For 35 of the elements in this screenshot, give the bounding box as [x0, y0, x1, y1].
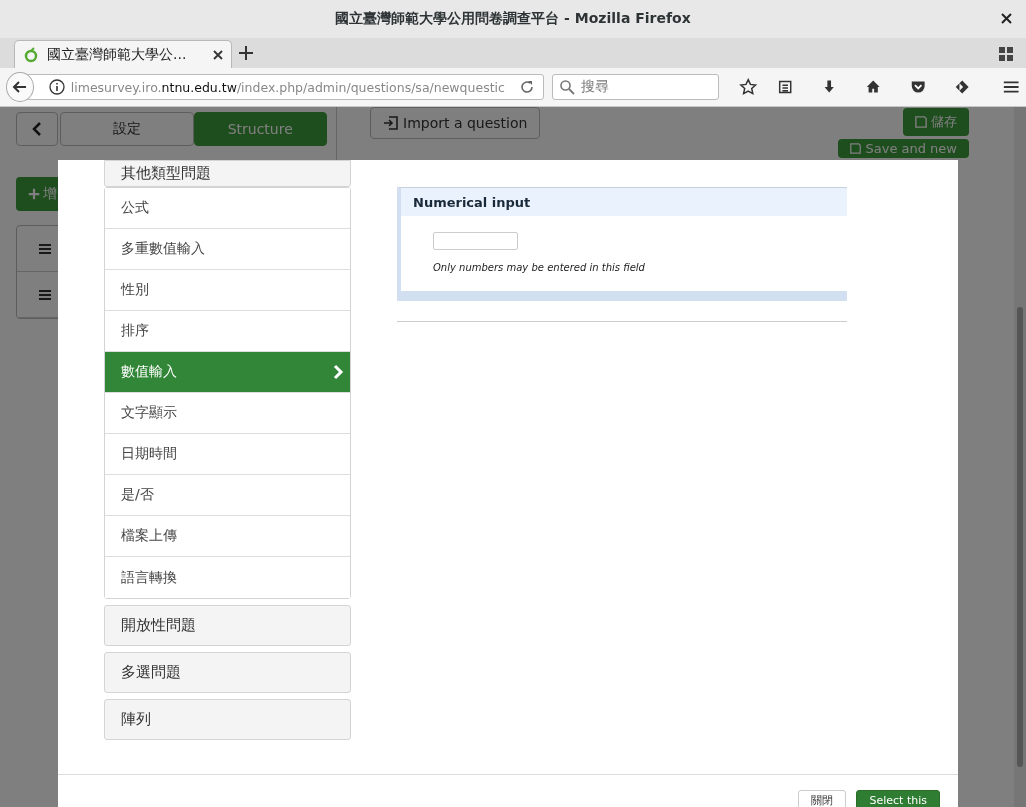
- reload-icon: [518, 79, 535, 95]
- floppy-icon: [915, 116, 927, 128]
- grid-icon: [998, 46, 1014, 62]
- question-type-item[interactable]: 數值輸入: [105, 352, 350, 393]
- floppy-icon: [850, 143, 862, 154]
- search-icon: [558, 79, 575, 95]
- import-icon: [383, 115, 399, 131]
- group-header[interactable]: 其他類型問題: [104, 160, 351, 187]
- back-icon: [11, 79, 28, 95]
- select-button[interactable]: Select this: [856, 790, 940, 807]
- star-icon: [739, 77, 758, 97]
- search-field[interactable]: 搜尋: [551, 74, 720, 100]
- tab[interactable]: 設定: [60, 112, 194, 146]
- input-hint: Only numbers may be entered in this field: [433, 262, 646, 273]
- close-button[interactable]: 關閉: [798, 790, 847, 807]
- plus-icon: [28, 188, 40, 200]
- search-placeholder: 搜尋: [580, 78, 609, 96]
- lime-icon: [23, 46, 39, 63]
- plus-icon: [238, 45, 254, 61]
- window-title: 國立臺灣師範大學公用問卷調查平台 - Mozilla Firefox: [335, 10, 691, 28]
- close-icon: [213, 49, 223, 60]
- info-icon: [48, 79, 65, 95]
- url-text: limesurvey.iro.ntnu.edu.tw/index.php/admin/questions/sa/newquestic: [70, 79, 505, 95]
- group-header[interactable]: 陣列: [104, 699, 351, 740]
- import-button[interactable]: Import a question: [370, 107, 541, 139]
- question-title: Numerical input: [401, 188, 847, 216]
- number-input[interactable]: [433, 232, 518, 250]
- group-header[interactable]: 開放性問題: [104, 605, 351, 646]
- back-button[interactable]: [6, 72, 34, 102]
- close-icon[interactable]: [1001, 13, 1012, 24]
- scrollbar-thumb[interactable]: [1017, 307, 1023, 767]
- question-type-item[interactable]: 公式: [105, 188, 350, 229]
- group-header[interactable]: 多選問題: [104, 652, 351, 693]
- browser-tab[interactable]: 國立臺灣師範大學公...: [14, 40, 232, 68]
- tab-title: 國立臺灣師範大學公...: [47, 45, 188, 64]
